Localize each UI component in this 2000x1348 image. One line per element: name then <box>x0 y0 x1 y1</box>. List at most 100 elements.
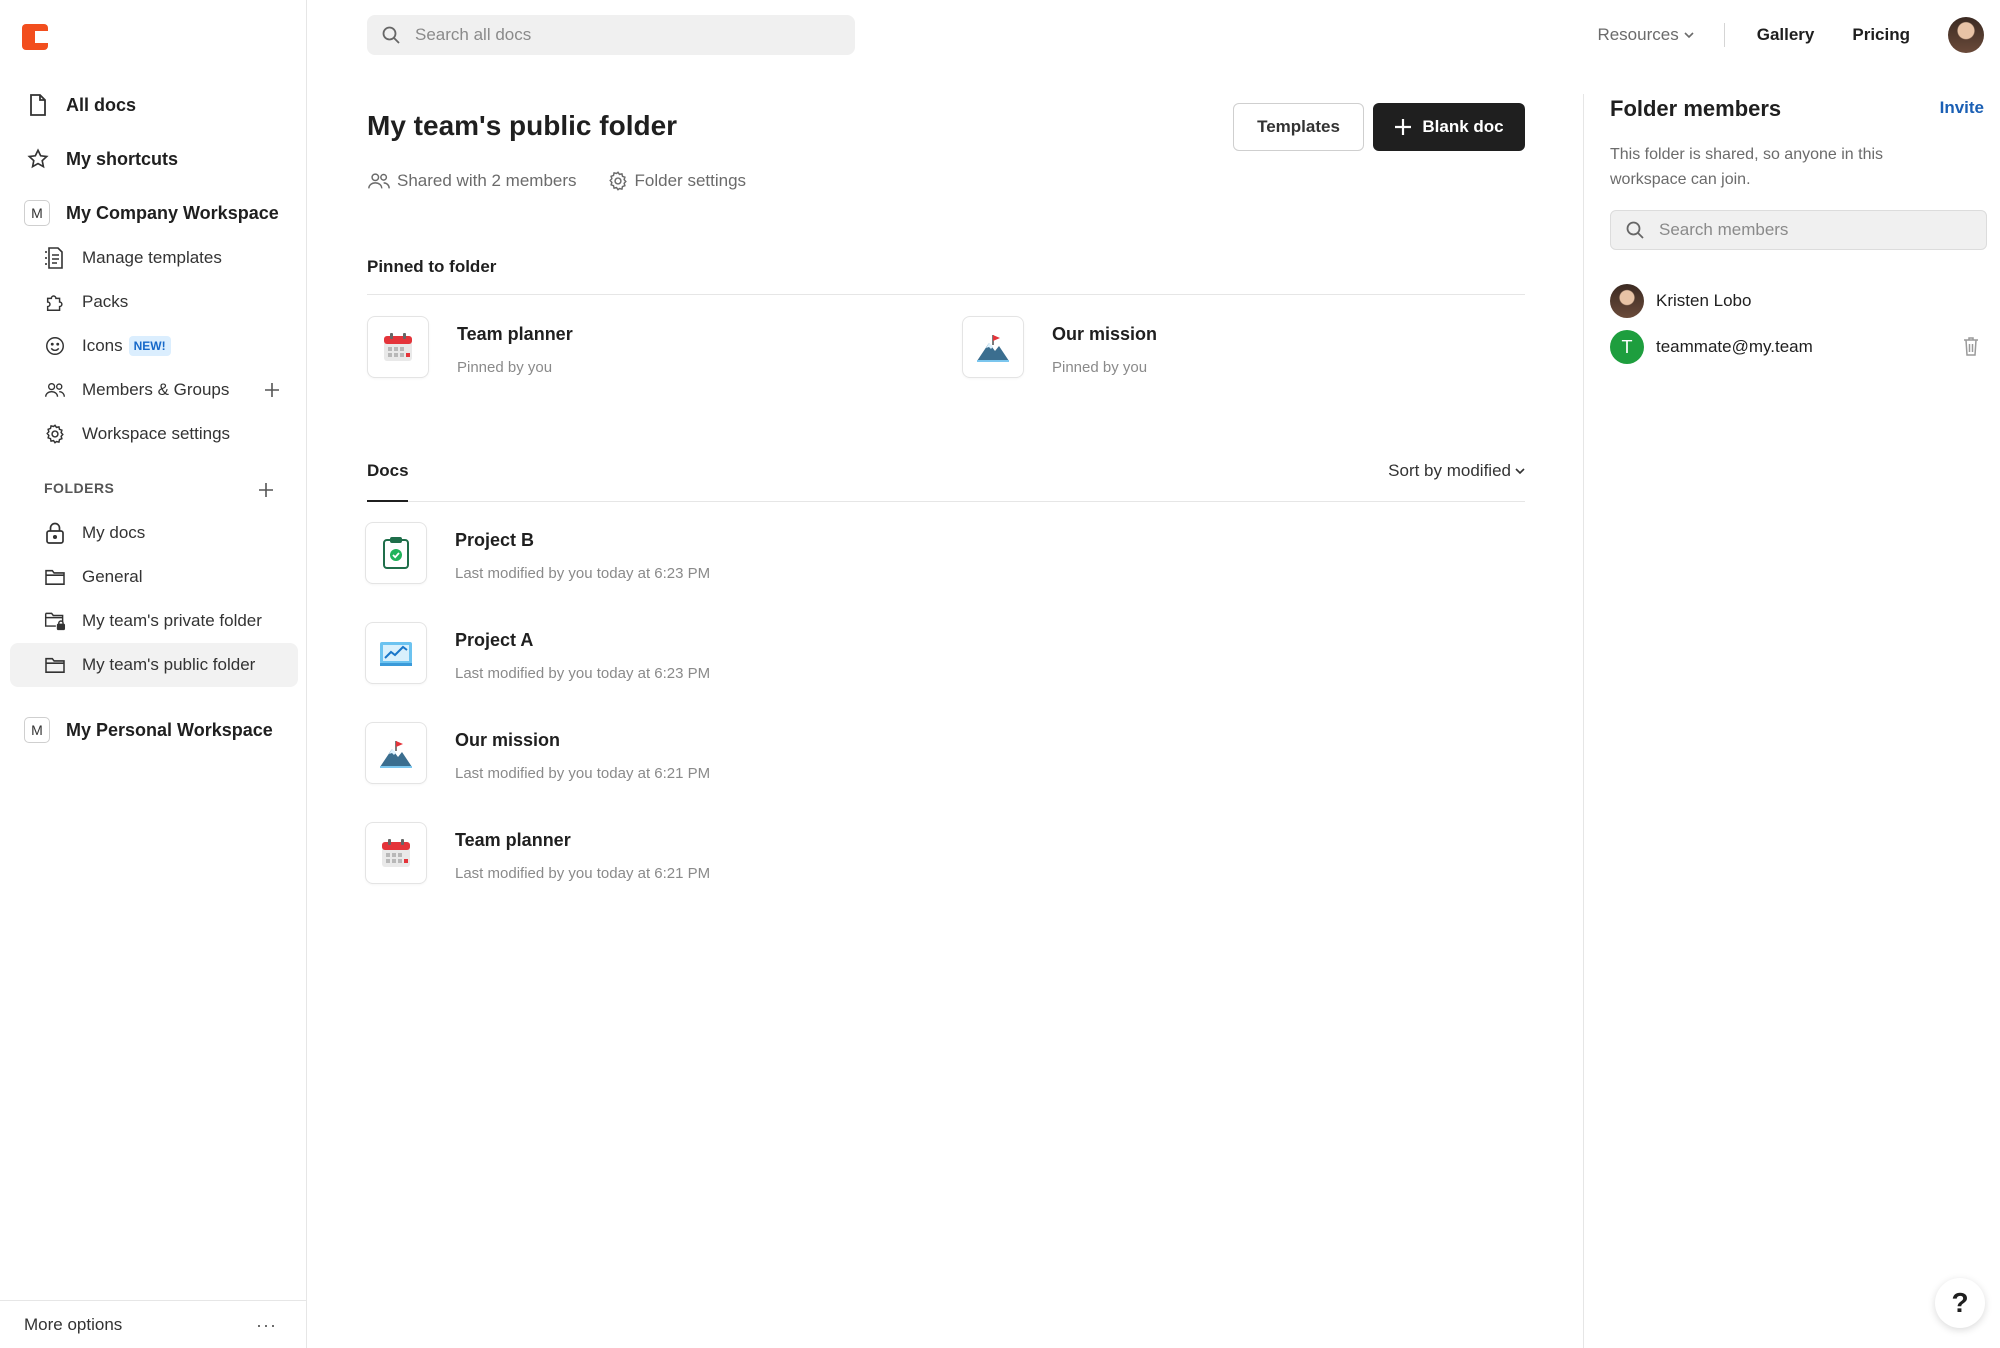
plus-icon <box>1394 114 1412 140</box>
tab-docs[interactable]: Docs <box>367 461 409 481</box>
resources-label: Resources <box>1597 25 1679 44</box>
workspace-name: My Company Workspace <box>66 202 279 223</box>
sidebar-item-label: My docs <box>82 523 146 542</box>
pinned-section-label: Pinned to folder <box>367 257 497 276</box>
shared-with-members-button[interactable]: Shared with 2 members <box>367 171 577 191</box>
member-search-input[interactable] <box>1659 220 1986 240</box>
folder-meta: Shared with 2 members Folder settings <box>367 170 776 192</box>
sidebar: All docs My shortcuts M My Company Works… <box>0 0 307 1348</box>
pricing-link[interactable]: Pricing <box>1852 25 1910 45</box>
top-navigation: Resources Gallery Pricing <box>1597 14 1984 56</box>
sidebar-folder-private[interactable]: My team's private folder <box>10 599 298 643</box>
doc-title: Our mission <box>1052 324 1158 344</box>
resources-menu[interactable]: Resources <box>1597 25 1694 45</box>
member-name: teammate@my.team <box>1656 337 1813 356</box>
star-icon <box>26 147 50 171</box>
search-icon <box>381 25 401 45</box>
more-dots-icon[interactable]: ··· <box>256 1315 277 1336</box>
member-row: T teammate@my.team <box>1610 330 1987 364</box>
people-icon <box>44 379 66 401</box>
folders-header: FOLDERS <box>44 480 115 496</box>
calendar-icon <box>365 822 427 884</box>
nav-divider <box>1723 23 1725 47</box>
chevron-down-icon <box>1684 31 1694 39</box>
pinned-doc-our-mission[interactable]: Our mission Pinned by you <box>962 316 1157 378</box>
doc-subtitle: Last modified by you today at 6:21 PM <box>455 765 711 782</box>
member-row: Kristen Lobo <box>1610 284 1987 318</box>
tab-divider <box>367 501 1525 502</box>
sort-dropdown[interactable]: Sort by modified <box>1388 461 1525 481</box>
sidebar-item-label: Members & Groups <box>82 380 230 399</box>
puzzle-icon <box>44 291 66 313</box>
sidebar-item-label: My shortcuts <box>66 148 179 169</box>
avatar: T <box>1610 330 1644 364</box>
pinned-doc-team-planner[interactable]: Team planner Pinned by you <box>367 316 573 378</box>
document-icon <box>26 93 50 117</box>
sidebar-item-members-groups[interactable]: Members & Groups <box>10 368 298 412</box>
gear-icon <box>607 170 629 192</box>
add-folder-plus-icon[interactable] <box>256 480 276 500</box>
panel-title: Folder members <box>1610 96 1782 121</box>
folder-lock-icon <box>44 610 66 632</box>
doc-title: Team planner <box>457 324 573 344</box>
doc-subtitle: Pinned by you <box>457 359 553 376</box>
list-item[interactable]: Project A Last modified by you today at … <box>365 622 1525 684</box>
doc-subtitle: Last modified by you today at 6:23 PM <box>455 565 711 582</box>
template-icon <box>44 247 66 269</box>
avatar <box>1610 284 1644 318</box>
folder-members-panel: Folder members Invite This folder is sha… <box>1583 94 2000 1348</box>
sidebar-item-icons[interactable]: Icons NEW! <box>10 324 298 368</box>
sidebar-item-label: Packs <box>82 292 129 311</box>
list-item[interactable]: Project B Last modified by you today at … <box>365 522 1525 584</box>
lock-icon <box>44 522 66 544</box>
sidebar-item-packs[interactable]: Packs <box>10 280 298 324</box>
blank-doc-label: Blank doc <box>1422 117 1504 136</box>
people-icon <box>367 171 391 191</box>
page-title: My team's public folder <box>367 110 678 141</box>
sidebar-item-personal-workspace[interactable]: M My Personal Workspace <box>10 703 298 757</box>
sidebar-folder-general[interactable]: General <box>10 555 298 599</box>
sort-label: Sort by modified <box>1388 461 1511 480</box>
add-member-plus-icon[interactable] <box>262 380 282 400</box>
member-search[interactable] <box>1610 210 1987 250</box>
sidebar-item-workspace-settings[interactable]: Workspace settings <box>10 412 298 456</box>
sidebar-folder-public[interactable]: My team's public folder <box>10 643 298 687</box>
chevron-down-icon <box>1515 467 1525 475</box>
sidebar-item-my-shortcuts[interactable]: My shortcuts <box>10 132 298 186</box>
doc-title: Project B <box>455 530 535 550</box>
workspace-badge: M <box>24 717 50 743</box>
blank-doc-button[interactable]: Blank doc <box>1373 103 1525 151</box>
chart-icon <box>365 622 427 684</box>
folder-settings-button[interactable]: Folder settings <box>607 170 747 192</box>
sidebar-item-company-workspace[interactable]: M My Company Workspace <box>10 186 298 240</box>
calendar-icon <box>367 316 429 378</box>
doc-title: Our mission <box>455 730 561 750</box>
gallery-link[interactable]: Gallery <box>1757 25 1815 45</box>
clipboard-check-icon <box>365 522 427 584</box>
invite-link[interactable]: Invite <box>1940 98 1984 118</box>
folder-icon <box>44 566 66 588</box>
more-options-button[interactable]: More options ··· <box>0 1300 307 1348</box>
folder-settings-label: Folder settings <box>634 171 747 190</box>
sidebar-item-label: General <box>82 567 143 586</box>
sidebar-item-label: Workspace settings <box>82 424 231 443</box>
section-divider <box>367 294 1525 295</box>
search-all-docs[interactable] <box>367 15 855 55</box>
coda-logo-icon[interactable] <box>22 24 48 50</box>
shared-with-label: Shared with 2 members <box>397 171 577 190</box>
list-item[interactable]: Team planner Last modified by you today … <box>365 822 1525 884</box>
trash-icon[interactable] <box>1963 336 1979 361</box>
folder-icon <box>44 654 66 676</box>
help-button[interactable]: ? <box>1935 1278 1985 1328</box>
sidebar-item-label: My team's public folder <box>82 655 256 674</box>
more-options-label: More options <box>24 1314 123 1334</box>
user-avatar[interactable] <box>1948 17 1984 53</box>
sidebar-item-manage-templates[interactable]: Manage templates <box>10 236 298 280</box>
search-input[interactable] <box>415 25 855 45</box>
sidebar-folder-my-docs[interactable]: My docs <box>10 511 298 555</box>
doc-title: Project A <box>455 630 534 650</box>
templates-button[interactable]: Templates <box>1233 103 1364 151</box>
list-item[interactable]: Our mission Last modified by you today a… <box>365 722 1525 784</box>
workspace-name: My Personal Workspace <box>66 719 273 740</box>
sidebar-item-all-docs[interactable]: All docs <box>10 78 298 132</box>
